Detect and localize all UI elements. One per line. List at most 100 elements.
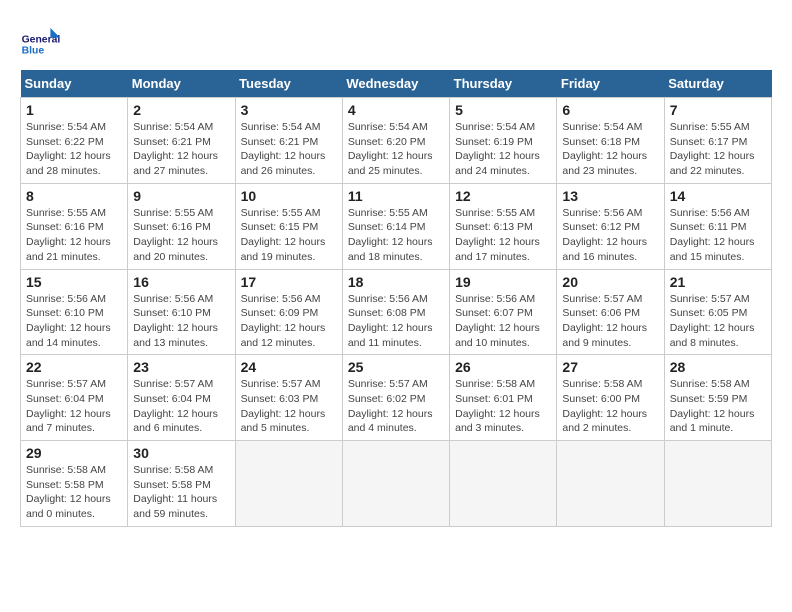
day-number: 28 [670,359,766,375]
day-number: 25 [348,359,444,375]
day-number: 6 [562,102,658,118]
day-details: Sunrise: 5:55 AM Sunset: 6:13 PM Dayligh… [455,206,551,265]
day-details: Sunrise: 5:58 AM Sunset: 6:00 PM Dayligh… [562,377,658,436]
day-details: Sunrise: 5:56 AM Sunset: 6:08 PM Dayligh… [348,292,444,351]
day-details: Sunrise: 5:57 AM Sunset: 6:02 PM Dayligh… [348,377,444,436]
day-details: Sunrise: 5:57 AM Sunset: 6:03 PM Dayligh… [241,377,337,436]
day-details: Sunrise: 5:57 AM Sunset: 6:04 PM Dayligh… [26,377,122,436]
calendar-day-cell: 26 Sunrise: 5:58 AM Sunset: 6:01 PM Dayl… [450,355,557,441]
day-number: 17 [241,274,337,290]
day-number: 15 [26,274,122,290]
day-details: Sunrise: 5:55 AM Sunset: 6:16 PM Dayligh… [26,206,122,265]
day-details: Sunrise: 5:54 AM Sunset: 6:18 PM Dayligh… [562,120,658,179]
weekday-header: Sunday [21,70,128,98]
day-number: 2 [133,102,229,118]
day-details: Sunrise: 5:57 AM Sunset: 6:05 PM Dayligh… [670,292,766,351]
day-details: Sunrise: 5:55 AM Sunset: 6:15 PM Dayligh… [241,206,337,265]
calendar-week-row: 29 Sunrise: 5:58 AM Sunset: 5:58 PM Dayl… [21,441,772,527]
day-details: Sunrise: 5:54 AM Sunset: 6:19 PM Dayligh… [455,120,551,179]
weekday-header: Tuesday [235,70,342,98]
day-details: Sunrise: 5:57 AM Sunset: 6:04 PM Dayligh… [133,377,229,436]
calendar-week-row: 15 Sunrise: 5:56 AM Sunset: 6:10 PM Dayl… [21,269,772,355]
calendar-day-cell: 15 Sunrise: 5:56 AM Sunset: 6:10 PM Dayl… [21,269,128,355]
day-number: 18 [348,274,444,290]
weekday-header: Wednesday [342,70,449,98]
calendar-day-cell: 18 Sunrise: 5:56 AM Sunset: 6:08 PM Dayl… [342,269,449,355]
calendar-day-cell: 9 Sunrise: 5:55 AM Sunset: 6:16 PM Dayli… [128,183,235,269]
page-header: General Blue [20,20,772,60]
calendar-header: SundayMondayTuesdayWednesdayThursdayFrid… [21,70,772,98]
day-number: 12 [455,188,551,204]
day-number: 3 [241,102,337,118]
day-number: 14 [670,188,766,204]
day-details: Sunrise: 5:55 AM Sunset: 6:17 PM Dayligh… [670,120,766,179]
weekday-header: Monday [128,70,235,98]
day-number: 19 [455,274,551,290]
calendar-day-cell: 29 Sunrise: 5:58 AM Sunset: 5:58 PM Dayl… [21,441,128,527]
day-details: Sunrise: 5:56 AM Sunset: 6:07 PM Dayligh… [455,292,551,351]
day-details: Sunrise: 5:58 AM Sunset: 5:58 PM Dayligh… [133,463,229,522]
day-details: Sunrise: 5:56 AM Sunset: 6:12 PM Dayligh… [562,206,658,265]
calendar-day-cell [450,441,557,527]
day-number: 20 [562,274,658,290]
day-details: Sunrise: 5:57 AM Sunset: 6:06 PM Dayligh… [562,292,658,351]
calendar-day-cell: 7 Sunrise: 5:55 AM Sunset: 6:17 PM Dayli… [664,98,771,184]
calendar-day-cell: 28 Sunrise: 5:58 AM Sunset: 5:59 PM Dayl… [664,355,771,441]
day-number: 16 [133,274,229,290]
day-details: Sunrise: 5:55 AM Sunset: 6:16 PM Dayligh… [133,206,229,265]
calendar-day-cell: 8 Sunrise: 5:55 AM Sunset: 6:16 PM Dayli… [21,183,128,269]
day-number: 26 [455,359,551,375]
day-details: Sunrise: 5:56 AM Sunset: 6:10 PM Dayligh… [133,292,229,351]
calendar-day-cell [235,441,342,527]
calendar-day-cell: 14 Sunrise: 5:56 AM Sunset: 6:11 PM Dayl… [664,183,771,269]
calendar-day-cell: 17 Sunrise: 5:56 AM Sunset: 6:09 PM Dayl… [235,269,342,355]
day-details: Sunrise: 5:54 AM Sunset: 6:22 PM Dayligh… [26,120,122,179]
day-details: Sunrise: 5:58 AM Sunset: 5:59 PM Dayligh… [670,377,766,436]
calendar-week-row: 8 Sunrise: 5:55 AM Sunset: 6:16 PM Dayli… [21,183,772,269]
calendar-day-cell: 22 Sunrise: 5:57 AM Sunset: 6:04 PM Dayl… [21,355,128,441]
calendar-week-row: 1 Sunrise: 5:54 AM Sunset: 6:22 PM Dayli… [21,98,772,184]
day-number: 8 [26,188,122,204]
day-details: Sunrise: 5:54 AM Sunset: 6:21 PM Dayligh… [241,120,337,179]
weekday-header: Saturday [664,70,771,98]
day-number: 9 [133,188,229,204]
calendar-table: SundayMondayTuesdayWednesdayThursdayFrid… [20,70,772,527]
calendar-day-cell: 5 Sunrise: 5:54 AM Sunset: 6:19 PM Dayli… [450,98,557,184]
day-details: Sunrise: 5:58 AM Sunset: 5:58 PM Dayligh… [26,463,122,522]
calendar-day-cell: 13 Sunrise: 5:56 AM Sunset: 6:12 PM Dayl… [557,183,664,269]
day-number: 11 [348,188,444,204]
day-details: Sunrise: 5:54 AM Sunset: 6:21 PM Dayligh… [133,120,229,179]
day-number: 24 [241,359,337,375]
calendar-day-cell [342,441,449,527]
calendar-day-cell: 19 Sunrise: 5:56 AM Sunset: 6:07 PM Dayl… [450,269,557,355]
calendar-day-cell: 25 Sunrise: 5:57 AM Sunset: 6:02 PM Dayl… [342,355,449,441]
day-number: 21 [670,274,766,290]
day-number: 4 [348,102,444,118]
weekday-header: Thursday [450,70,557,98]
day-details: Sunrise: 5:54 AM Sunset: 6:20 PM Dayligh… [348,120,444,179]
calendar-day-cell: 11 Sunrise: 5:55 AM Sunset: 6:14 PM Dayl… [342,183,449,269]
calendar-day-cell: 21 Sunrise: 5:57 AM Sunset: 6:05 PM Dayl… [664,269,771,355]
day-number: 10 [241,188,337,204]
day-details: Sunrise: 5:58 AM Sunset: 6:01 PM Dayligh… [455,377,551,436]
day-details: Sunrise: 5:56 AM Sunset: 6:09 PM Dayligh… [241,292,337,351]
calendar-day-cell: 6 Sunrise: 5:54 AM Sunset: 6:18 PM Dayli… [557,98,664,184]
day-details: Sunrise: 5:56 AM Sunset: 6:11 PM Dayligh… [670,206,766,265]
day-number: 29 [26,445,122,461]
day-number: 23 [133,359,229,375]
day-number: 30 [133,445,229,461]
calendar-day-cell: 3 Sunrise: 5:54 AM Sunset: 6:21 PM Dayli… [235,98,342,184]
calendar-day-cell: 23 Sunrise: 5:57 AM Sunset: 6:04 PM Dayl… [128,355,235,441]
logo: General Blue [20,20,64,60]
logo-icon: General Blue [20,20,60,60]
calendar-day-cell: 10 Sunrise: 5:55 AM Sunset: 6:15 PM Dayl… [235,183,342,269]
day-number: 13 [562,188,658,204]
calendar-day-cell: 16 Sunrise: 5:56 AM Sunset: 6:10 PM Dayl… [128,269,235,355]
day-number: 7 [670,102,766,118]
calendar-day-cell: 2 Sunrise: 5:54 AM Sunset: 6:21 PM Dayli… [128,98,235,184]
weekday-header: Friday [557,70,664,98]
calendar-day-cell: 27 Sunrise: 5:58 AM Sunset: 6:00 PM Dayl… [557,355,664,441]
calendar-day-cell [664,441,771,527]
calendar-day-cell: 4 Sunrise: 5:54 AM Sunset: 6:20 PM Dayli… [342,98,449,184]
svg-text:Blue: Blue [22,46,45,57]
